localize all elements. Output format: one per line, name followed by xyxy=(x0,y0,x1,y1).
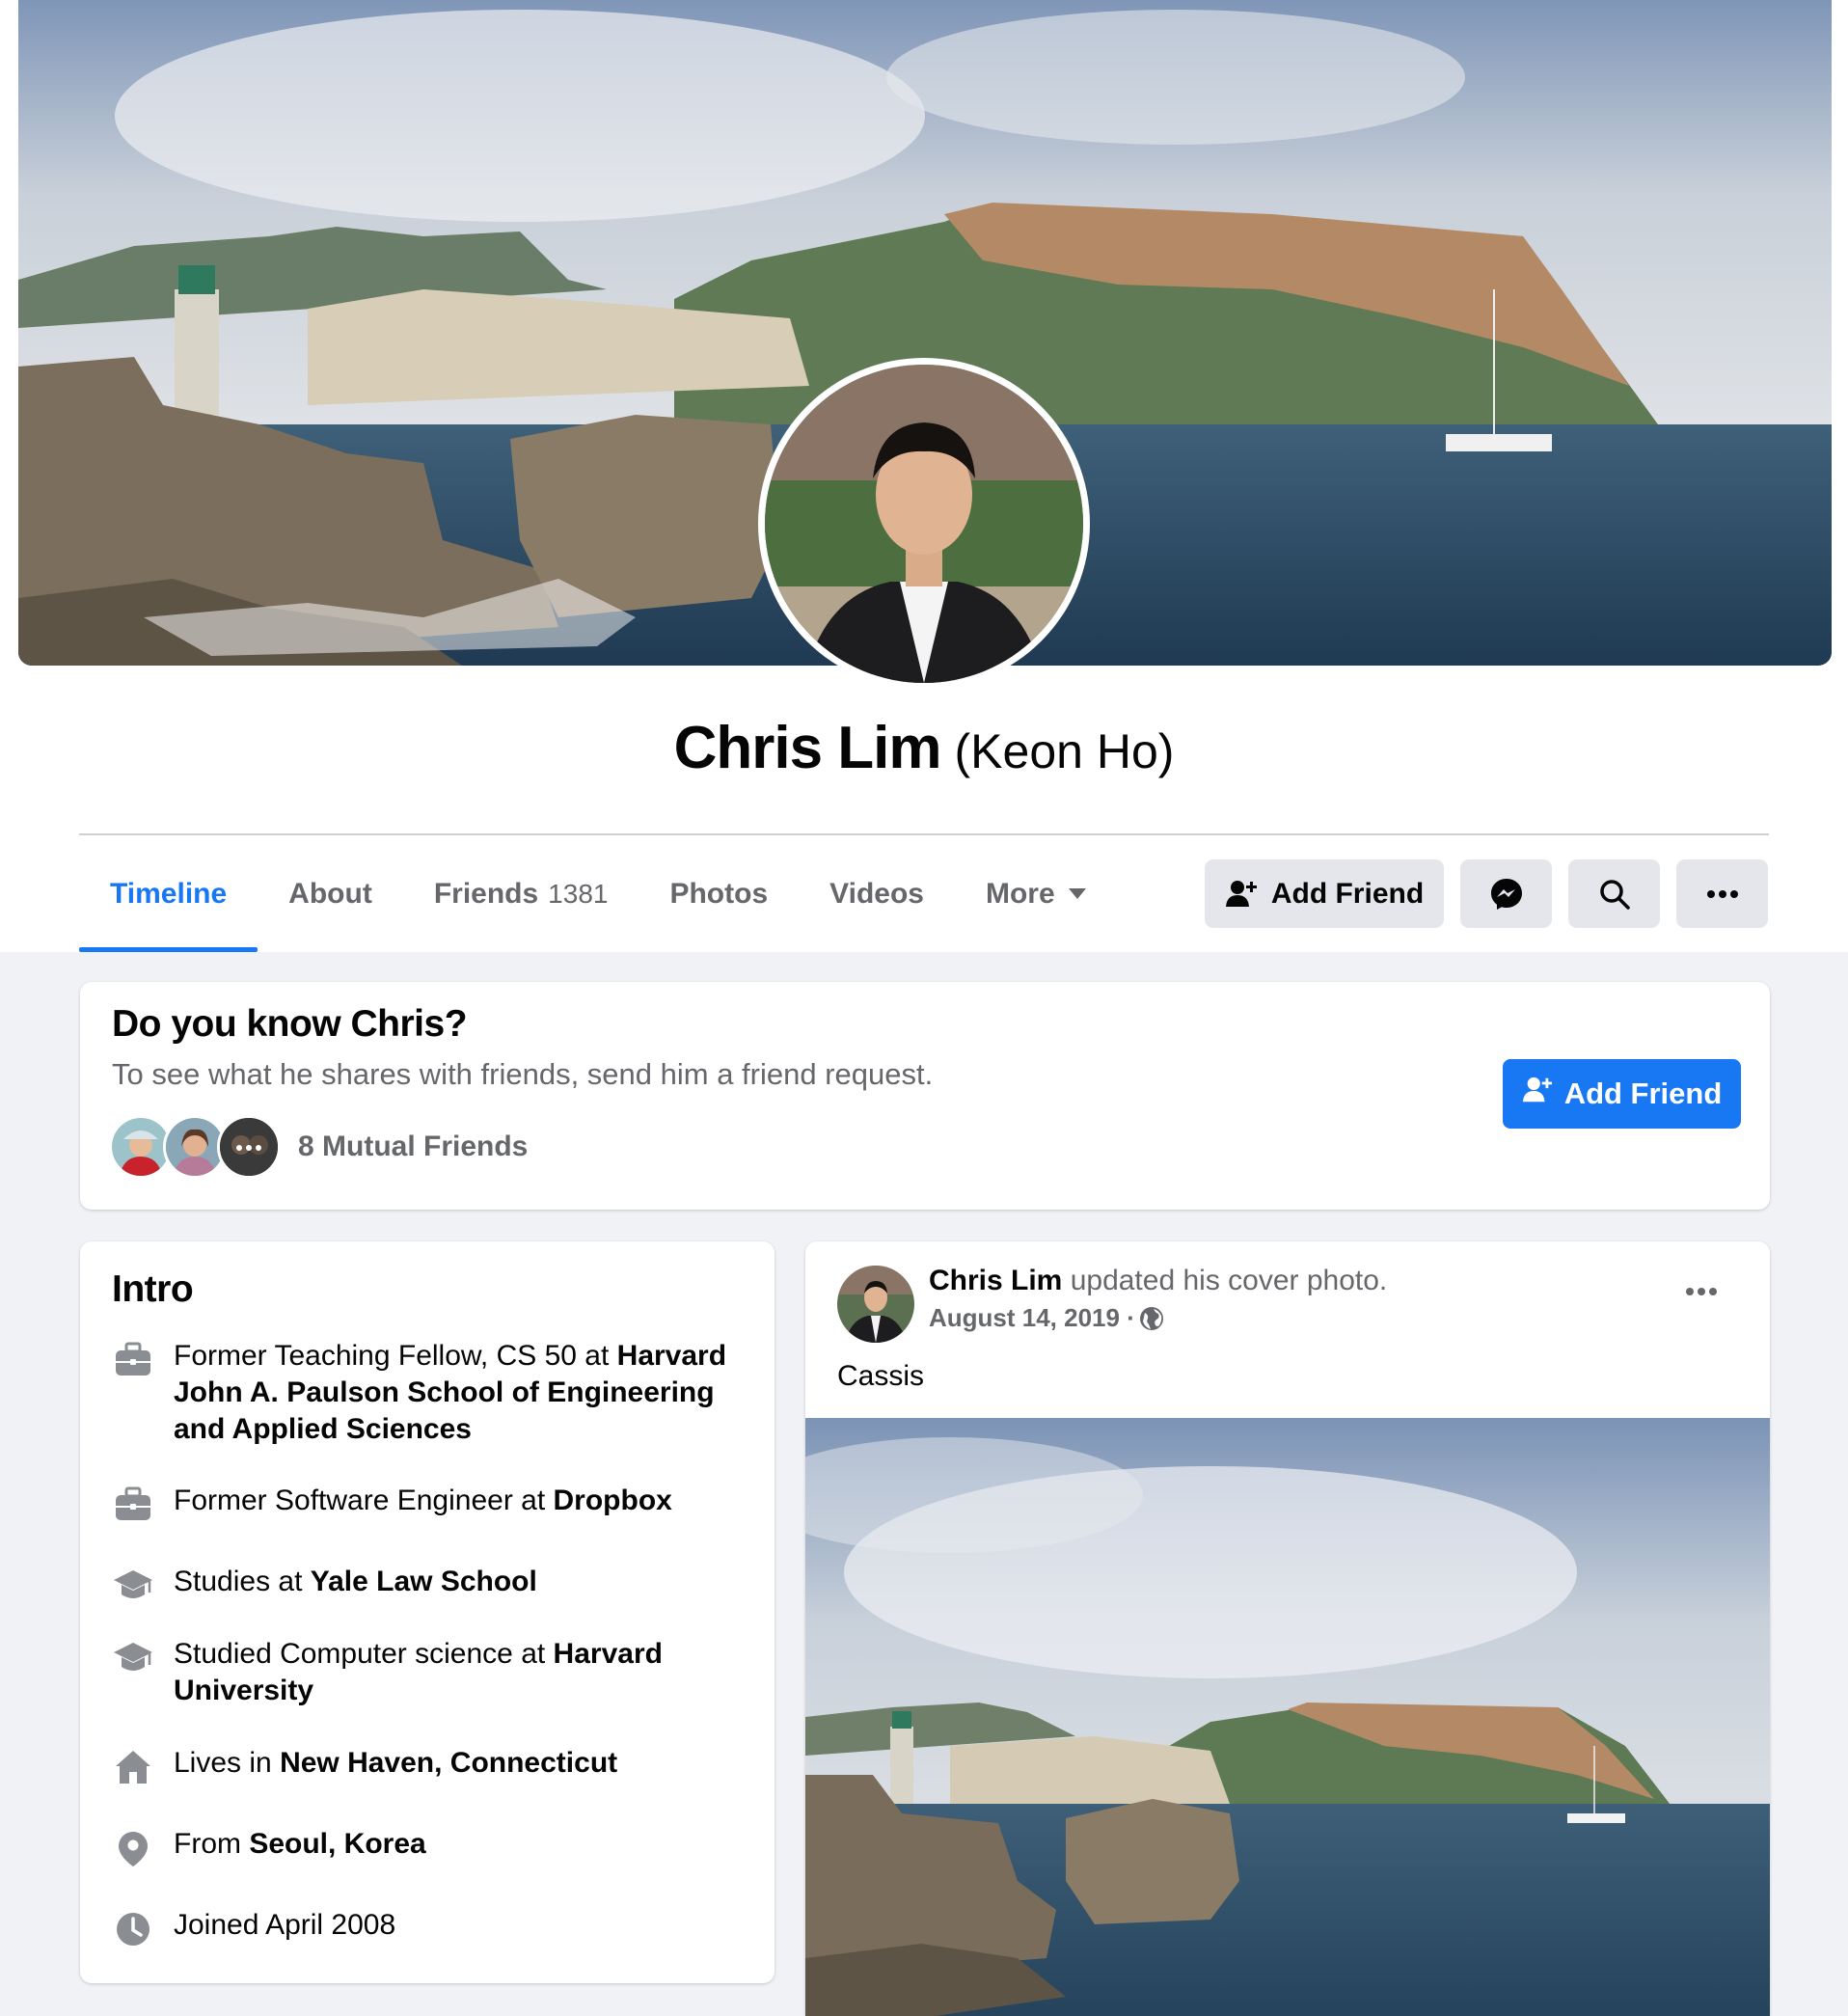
intro-item-education: Studied Computer science at Harvard Univ… xyxy=(112,1636,743,1709)
messenger-icon xyxy=(1489,877,1524,912)
tab-more-label: More xyxy=(985,877,1055,910)
messenger-button[interactable] xyxy=(1460,859,1552,928)
profile-name-row: Chris Lim (Keon Ho) xyxy=(0,714,1848,782)
tab-videos-label: Videos xyxy=(829,877,924,910)
post-timestamp[interactable]: August 14, 2019 · xyxy=(929,1303,1164,1333)
tab-about-label: About xyxy=(288,877,372,910)
friend-suggestion-subtitle: To see what he shares with friends, send… xyxy=(112,1057,934,1091)
tab-photos-label: Photos xyxy=(669,877,769,910)
mutual-friends[interactable]: 8 Mutual Friends xyxy=(109,1115,528,1179)
tab-timeline-label: Timeline xyxy=(110,877,228,910)
profile-alternate-name: (Keon Ho) xyxy=(954,724,1175,778)
friend-suggestion-card: Do you know Chris? To see what he shares… xyxy=(80,982,1770,1210)
intro-item-link[interactable]: New Haven, Connecticut xyxy=(280,1747,617,1779)
intro-item-link[interactable]: Seoul, Korea xyxy=(249,1828,425,1860)
add-friend-primary-label: Add Friend xyxy=(1563,1076,1723,1110)
intro-item-text: Studied Computer science at Harvard Univ… xyxy=(174,1636,743,1709)
intro-item-hometown: From Seoul, Korea xyxy=(112,1826,743,1868)
intro-item-prefix: From xyxy=(174,1828,250,1860)
add-friend-icon xyxy=(1225,878,1258,911)
intro-title: Intro xyxy=(112,1268,194,1310)
graduation-cap-icon xyxy=(112,1636,154,1678)
profile-name: Chris Lim xyxy=(673,715,942,781)
ellipsis-icon xyxy=(1685,1284,1718,1300)
tab-more[interactable]: More xyxy=(955,835,1117,952)
intro-item-text: Lives in New Haven, Connecticut xyxy=(174,1745,743,1787)
intro-item-prefix: Former Software Engineer at xyxy=(174,1485,554,1516)
friend-suggestion-title: Do you know Chris? xyxy=(112,1003,468,1045)
tab-photos[interactable]: Photos xyxy=(639,835,799,952)
intro-item-work: Former Software Engineer at Dropbox xyxy=(112,1483,743,1525)
post-author-name[interactable]: Chris Lim xyxy=(929,1265,1062,1296)
mutual-friends-count[interactable]: 8 Mutual Friends xyxy=(298,1131,528,1163)
add-friend-icon xyxy=(1522,1075,1553,1113)
tab-videos[interactable]: Videos xyxy=(799,835,955,952)
intro-item-link[interactable]: Dropbox xyxy=(554,1485,672,1516)
intro-item-text: Former Software Engineer at Dropbox xyxy=(174,1483,743,1525)
tab-friends-label: Friends xyxy=(433,877,539,910)
tab-timeline[interactable]: Timeline xyxy=(79,835,258,952)
search-icon xyxy=(1598,878,1631,911)
intro-item-prefix: Studied Computer science at xyxy=(174,1638,554,1670)
add-friend-button[interactable]: Add Friend xyxy=(1205,859,1444,928)
graduation-cap-icon xyxy=(112,1564,154,1606)
intro-item-text: Former Teaching Fellow, CS 50 at Harvard… xyxy=(174,1338,743,1448)
intro-item-education: Studies at Yale Law School xyxy=(112,1564,743,1606)
post-action: updated his cover photo. xyxy=(1062,1265,1388,1296)
profile-header: Chris Lim (Keon Ho) Timeline About Friend… xyxy=(0,0,1848,952)
intro-item-link[interactable]: Yale Law School xyxy=(311,1566,537,1597)
profile-tabs: Timeline About Friends 1381 Photos Videos… xyxy=(79,835,1117,952)
post-date[interactable]: August 14, 2019 · xyxy=(929,1303,1135,1333)
post-author-avatar[interactable] xyxy=(837,1266,914,1343)
intro-item-text: From Seoul, Korea xyxy=(174,1826,743,1868)
location-pin-icon xyxy=(112,1826,154,1868)
intro-item-prefix: Studies at xyxy=(174,1566,311,1597)
intro-item-residence: Lives in New Haven, Connecticut xyxy=(112,1745,743,1787)
intro-item-prefix: Lives in xyxy=(174,1747,281,1779)
globe-icon xyxy=(1139,1306,1164,1331)
add-friend-primary-button[interactable]: Add Friend xyxy=(1503,1059,1741,1129)
briefcase-icon xyxy=(112,1338,154,1380)
post-options-button[interactable] xyxy=(1685,1284,1718,1301)
intro-item-prefix: Former Teaching Fellow, CS 50 at xyxy=(174,1340,617,1372)
intro-item-text: Studies at Yale Law School xyxy=(174,1564,743,1606)
tab-friends[interactable]: Friends 1381 xyxy=(403,835,639,952)
friends-count: 1381 xyxy=(548,878,609,909)
add-friend-label: Add Friend xyxy=(1270,877,1425,910)
ellipsis-icon xyxy=(1706,889,1739,899)
profile-picture[interactable] xyxy=(758,358,1090,690)
post-card: Chris Lim updated his cover photo. Augus… xyxy=(805,1241,1770,2016)
clock-icon xyxy=(112,1907,154,1949)
intro-item-joined: Joined April 2008 xyxy=(112,1907,743,1949)
briefcase-icon xyxy=(112,1483,154,1525)
more-mutual-friends xyxy=(217,1115,281,1179)
intro-item-work: Former Teaching Fellow, CS 50 at Harvard… xyxy=(112,1338,743,1448)
intro-item-text: Joined April 2008 xyxy=(174,1907,743,1949)
more-options-button[interactable] xyxy=(1676,859,1768,928)
tab-about[interactable]: About xyxy=(258,835,403,952)
post-caption: Cassis xyxy=(837,1360,925,1392)
intro-card: Intro Former Teaching Fellow, CS 50 at H… xyxy=(80,1241,775,1983)
post-header: Chris Lim updated his cover photo. xyxy=(929,1265,1387,1297)
intro-item-prefix: Joined April 2008 xyxy=(174,1909,396,1941)
home-icon xyxy=(112,1745,154,1787)
post-photo[interactable] xyxy=(805,1418,1770,2016)
search-button[interactable] xyxy=(1568,859,1660,928)
caret-down-icon xyxy=(1068,888,1086,899)
